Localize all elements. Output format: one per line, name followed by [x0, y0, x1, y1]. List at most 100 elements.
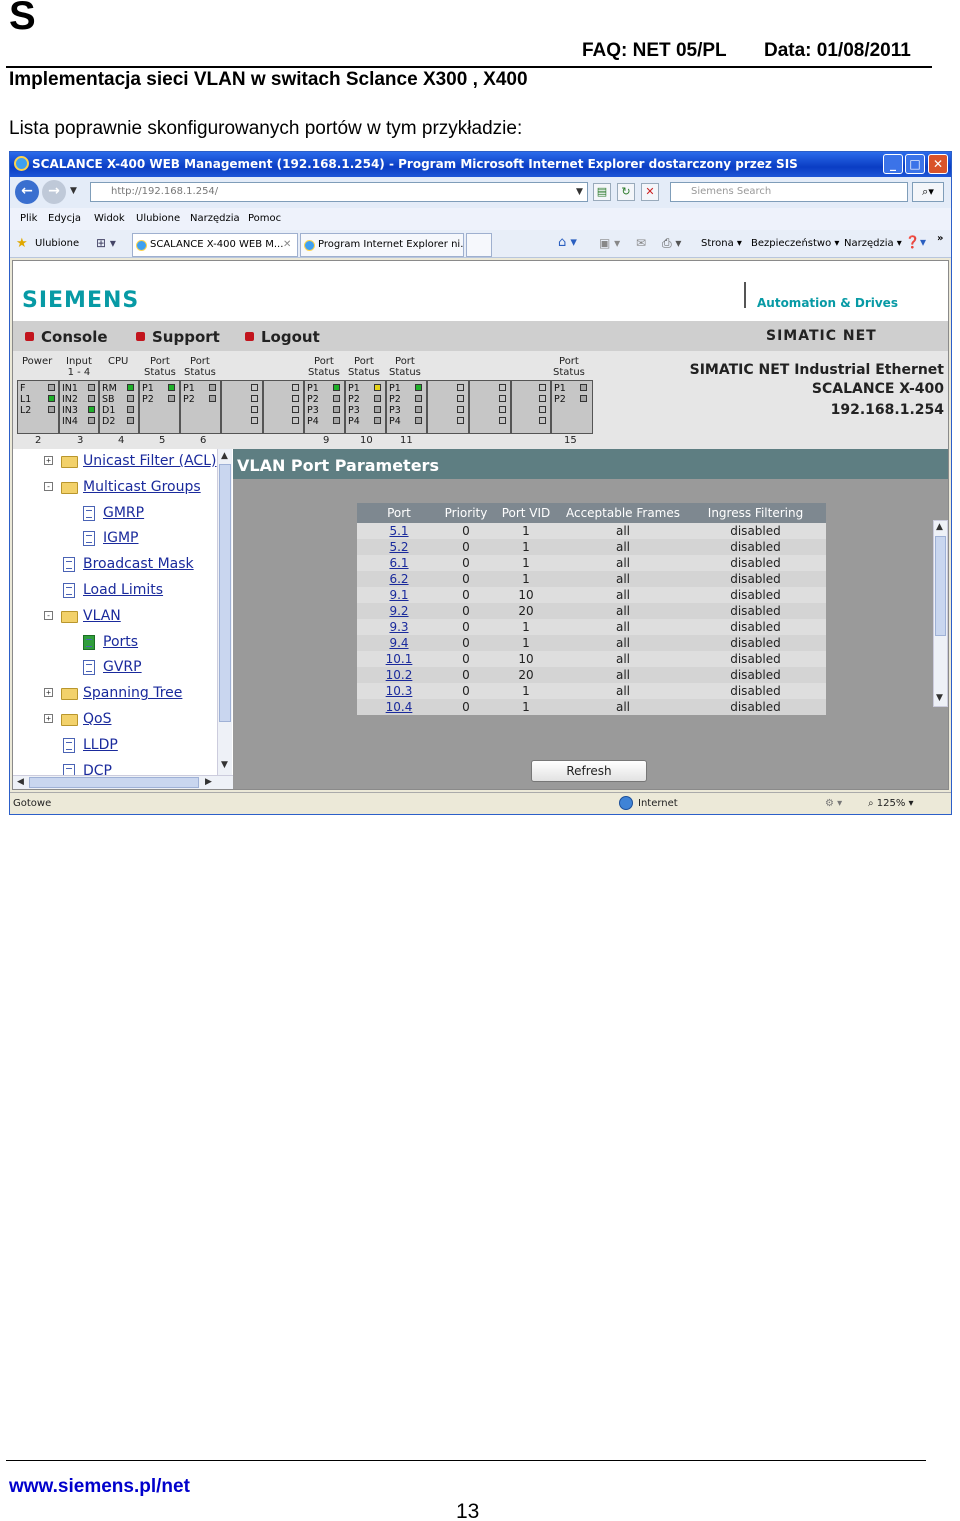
tree-item[interactable]: GVRP	[103, 659, 142, 675]
home-icon[interactable]: ⌂ ▾	[558, 235, 577, 250]
port-cell[interactable]: 6.1	[357, 555, 441, 571]
search-icon[interactable]: ⌕▾	[912, 182, 944, 202]
scroll-left-icon[interactable]: ◀	[17, 777, 24, 787]
tree-item[interactable]: Ports	[103, 634, 138, 650]
stop-icon[interactable]: ✕	[641, 183, 659, 201]
menu-item[interactable]: Pomoc	[248, 213, 281, 224]
url-input[interactable]: http://192.168.1.254/	[90, 182, 588, 202]
tree-item[interactable]: IGMP	[103, 530, 139, 546]
expand-icon[interactable]: +	[44, 456, 53, 465]
collapse-icon[interactable]: -	[44, 481, 53, 491]
tree-item[interactable]: Multicast Groups	[83, 479, 201, 495]
menu-item[interactable]: Widok	[94, 213, 125, 224]
tree-item[interactable]: VLAN	[83, 608, 121, 624]
tree-horizontal-scrollbar[interactable]: ◀ ▶	[13, 775, 233, 789]
port-link[interactable]: 9.2	[389, 604, 408, 618]
tree-item[interactable]: Broadcast Mask	[83, 556, 194, 572]
history-dropdown-icon[interactable]: ▼	[70, 186, 77, 196]
back-icon[interactable]: ←	[15, 180, 39, 204]
minimize-icon[interactable]: _	[883, 154, 903, 174]
feed-icon[interactable]: ▣ ▾	[599, 236, 620, 250]
tab-close-icon[interactable]: ✕	[283, 239, 291, 250]
port-link[interactable]: 10.1	[386, 652, 413, 666]
footer-url[interactable]: www.siemens.pl/net	[9, 1476, 190, 1498]
tree-item[interactable]: Load Limits	[83, 582, 163, 598]
quick-tabs-icon[interactable]: ⊞ ▾	[96, 236, 116, 250]
tree-vertical-scrollbar[interactable]: ▲ ▼	[217, 449, 232, 775]
port-link[interactable]: 9.4	[389, 636, 408, 650]
port-link[interactable]: 10.4	[386, 700, 413, 714]
star-icon[interactable]: ★	[16, 236, 28, 251]
menu-item[interactable]: Plik	[20, 213, 37, 224]
port-link[interactable]: 9.3	[389, 620, 408, 634]
collapse-icon[interactable]: -	[44, 610, 53, 620]
new-tab-button[interactable]	[466, 233, 492, 257]
port-cell[interactable]: 10.3	[357, 683, 441, 699]
port-cell[interactable]: 9.4	[357, 635, 441, 651]
port-cell[interactable]: 10.1	[357, 651, 441, 667]
led-group-empty	[221, 380, 263, 434]
port-link[interactable]: 5.1	[389, 524, 408, 538]
command-security[interactable]: Bezpieczeństwo ▾	[751, 238, 839, 249]
port-cell[interactable]: 5.2	[357, 539, 441, 555]
port-link[interactable]: 6.2	[389, 572, 408, 586]
brand-tagline: Automation & Drives	[757, 296, 898, 310]
compat-icon[interactable]: ▤	[593, 183, 611, 201]
scroll-thumb[interactable]	[29, 777, 199, 788]
tab-scalance[interactable]: SCALANCE X-400 WEB M... ✕	[132, 233, 298, 257]
forward-icon[interactable]: →	[42, 180, 66, 204]
zoom-control[interactable]: ⌕ 125% ▾	[868, 798, 914, 809]
scroll-right-icon[interactable]: ▶	[205, 777, 212, 787]
menu-item[interactable]: Ulubione	[136, 213, 180, 224]
search-input[interactable]: Siemens Search	[670, 182, 908, 202]
url-dropdown-icon[interactable]: ▼	[576, 187, 583, 197]
scroll-up-icon[interactable]: ▲	[936, 522, 943, 532]
refresh-icon[interactable]: ↻	[617, 183, 635, 201]
port-cell[interactable]: 10.2	[357, 667, 441, 683]
scroll-thumb[interactable]	[935, 536, 946, 636]
tree-item[interactable]: LLDP	[83, 737, 118, 753]
port-cell[interactable]: 9.3	[357, 619, 441, 635]
expand-icon[interactable]: +	[44, 714, 53, 723]
scroll-thumb[interactable]	[219, 464, 231, 722]
tree-item[interactable]: GMRP	[103, 505, 144, 521]
folder-icon	[61, 714, 78, 726]
scroll-down-icon[interactable]: ▼	[936, 693, 943, 703]
port-link[interactable]: 5.2	[389, 540, 408, 554]
port-link[interactable]: 6.1	[389, 556, 408, 570]
tab-ie[interactable]: Program Internet Explorer ni...	[300, 233, 464, 257]
port-cell[interactable]: 9.2	[357, 603, 441, 619]
port-cell[interactable]: 9.1	[357, 587, 441, 603]
menu-item[interactable]: Edycja	[48, 213, 81, 224]
tree-item[interactable]: Unicast Filter (ACL)	[83, 453, 216, 469]
port-link[interactable]: 10.3	[386, 684, 413, 698]
favorites-button[interactable]: Ulubione	[35, 238, 79, 249]
port-cell[interactable]: 6.2	[357, 571, 441, 587]
command-tools[interactable]: Narzędzia ▾	[844, 238, 902, 249]
nav-logout[interactable]: Logout	[245, 328, 320, 346]
expand-icon[interactable]: +	[44, 688, 53, 698]
close-icon[interactable]: ✕	[928, 154, 948, 174]
nav-console[interactable]: Console	[25, 328, 108, 346]
command-page[interactable]: Strona ▾	[701, 238, 742, 249]
protected-mode-icon[interactable]: ⚙ ▾	[825, 798, 842, 809]
port-cell[interactable]: 10.4	[357, 699, 441, 715]
chevron-more-icon[interactable]: »	[937, 233, 943, 244]
port-link[interactable]: 9.1	[389, 588, 408, 602]
scroll-down-icon[interactable]: ▼	[221, 760, 228, 770]
help-icon[interactable]: ❓▾	[905, 235, 926, 249]
led	[251, 406, 258, 413]
maximize-icon[interactable]: □	[905, 154, 925, 174]
tree-item[interactable]: Spanning Tree	[83, 685, 182, 701]
table-scrollbar[interactable]: ▲ ▼	[933, 520, 948, 707]
vid-cell: 1	[491, 571, 561, 587]
refresh-button[interactable]: Refresh	[531, 760, 647, 782]
tree-item[interactable]: QoS	[83, 711, 111, 727]
menu-item[interactable]: Narzędzia	[190, 213, 240, 224]
scroll-up-icon[interactable]: ▲	[221, 451, 228, 461]
mail-icon[interactable]: ✉	[636, 236, 646, 250]
port-cell[interactable]: 5.1	[357, 523, 441, 539]
port-link[interactable]: 10.2	[386, 668, 413, 682]
nav-support[interactable]: Support	[136, 328, 220, 346]
print-icon[interactable]: ⎙ ▾	[662, 236, 681, 251]
